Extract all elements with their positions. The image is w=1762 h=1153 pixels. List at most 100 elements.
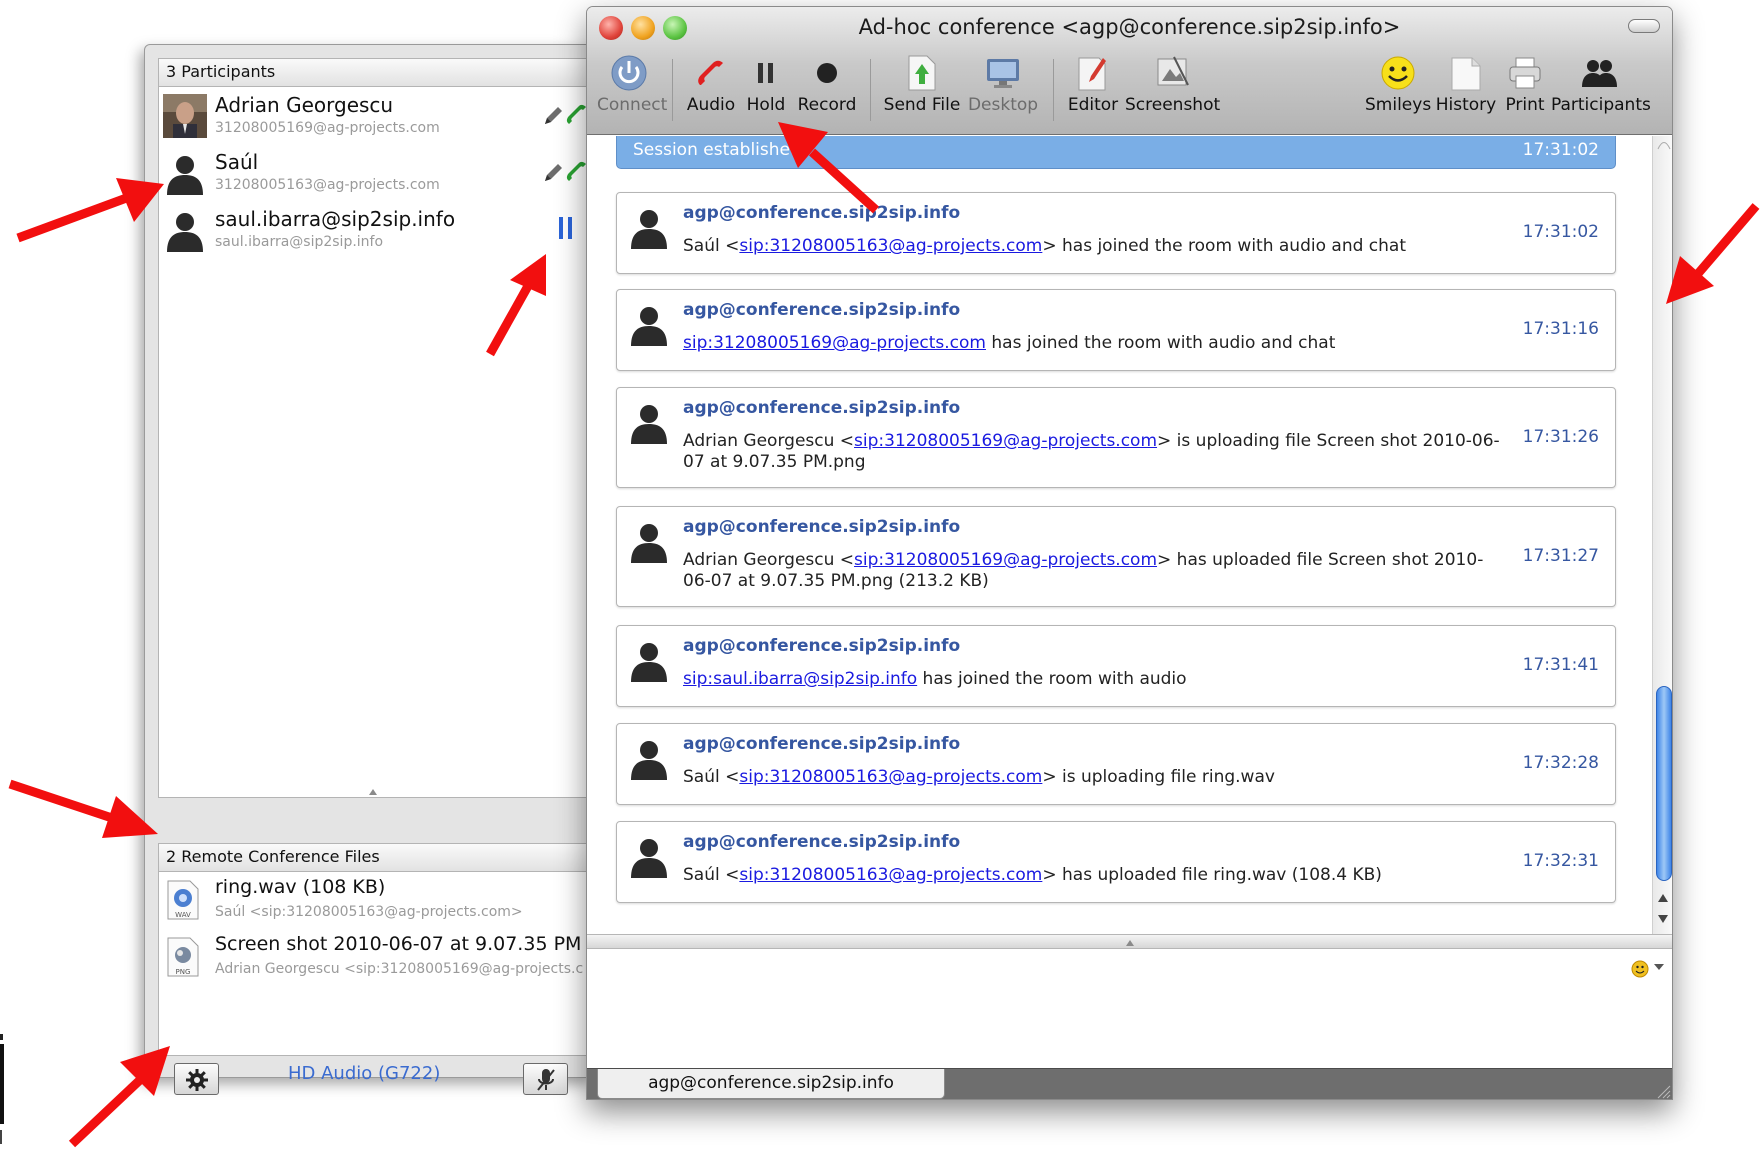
resize-grip-icon[interactable]	[1655, 1083, 1671, 1099]
participant-photo	[163, 94, 207, 138]
record-button[interactable]: Record	[795, 51, 859, 115]
message-text: > has uploaded file ring.wav (108.4 KB)	[1042, 865, 1382, 885]
default-avatar-icon	[631, 405, 667, 444]
sip-uri-link[interactable]: sip:31208005163@ag-projects.com	[739, 865, 1042, 885]
svg-text:WAV: WAV	[175, 911, 191, 919]
sip-uri-link[interactable]: sip:31208005163@ag-projects.com	[739, 767, 1042, 787]
chat-message: agp@conference.sip2sip.info Saúl <sip:312…	[616, 821, 1616, 903]
smiley-picker-button[interactable]	[1630, 958, 1666, 978]
scroll-down-arrow-icon[interactable]	[1657, 914, 1669, 924]
participant-name: saul.ibarra@sip2sip.info	[215, 207, 456, 231]
tab-conference[interactable]: agp@conference.sip2sip.info	[597, 1069, 945, 1099]
background-fragment	[0, 1034, 4, 1144]
annotation-arrow	[486, 254, 546, 357]
message-input[interactable]	[587, 949, 1672, 1068]
message-text-prefix: Saúl <	[683, 236, 740, 256]
message-body: Adrian Georgescu <sip:31208005169@ag-pro…	[683, 431, 1503, 473]
pause-icon	[758, 63, 773, 83]
message-time: 17:32:31	[1522, 851, 1599, 871]
message-time: 17:32:28	[1522, 753, 1599, 773]
power-icon	[611, 55, 647, 91]
screenshot-icon	[1157, 56, 1189, 86]
file-row[interactable]: WAV ring.wav (108 KB) Saúl <sip:31208005…	[159, 872, 587, 929]
chat-pencil-icon	[545, 164, 562, 181]
message-text-prefix: Saúl <	[683, 767, 740, 787]
file-uploader: Saúl <sip:31208005163@ag-projects.com>	[215, 904, 523, 920]
default-avatar-icon	[631, 741, 667, 780]
input-splitter[interactable]	[587, 934, 1672, 949]
chat-message: agp@conference.sip2sip.info sip:saul.ibar…	[616, 625, 1616, 707]
default-avatar-icon	[631, 643, 667, 682]
participant-name: Adrian Georgescu	[215, 93, 394, 117]
message-sender: agp@conference.sip2sip.info	[683, 832, 961, 852]
message-sender: agp@conference.sip2sip.info	[683, 636, 961, 656]
editor-button[interactable]: Editor	[1063, 51, 1123, 115]
message-body: sip:31208005169@ag-projects.com has join…	[683, 333, 1503, 354]
splitter-grip-icon[interactable]	[369, 789, 377, 795]
history-button[interactable]: History	[1433, 51, 1499, 115]
sip-uri-link[interactable]: sip:saul.ibarra@sip2sip.info	[683, 669, 917, 689]
annotation-arrow	[1666, 203, 1760, 304]
toolbar-toggle-button[interactable]	[1628, 19, 1660, 33]
message-text: has joined the room with audio	[917, 669, 1187, 689]
default-avatar-icon	[631, 307, 667, 346]
splitter-grip-icon[interactable]	[1126, 940, 1134, 946]
message-body: Saúl <sip:31208005163@ag-projects.com> h…	[683, 236, 1503, 257]
record-dot-icon	[817, 63, 837, 83]
microphone-mute-icon	[537, 1069, 555, 1091]
sip-uri-link[interactable]: sip:31208005163@ag-projects.com	[739, 236, 1042, 256]
chat-message: agp@conference.sip2sip.info Saúl <sip:312…	[616, 192, 1616, 274]
message-text-prefix: Adrian Georgescu <	[683, 431, 855, 451]
send-file-button[interactable]: Send File	[881, 51, 963, 115]
file-row[interactable]: PNG Screen shot 2010-06-07 at 9.07.35 PM…	[159, 929, 587, 986]
chat-transcript[interactable]: Session established 17:31:02 agp@confere…	[587, 136, 1652, 934]
print-button[interactable]: Print	[1501, 51, 1549, 115]
message-body: sip:saul.ibarra@sip2sip.info has joined …	[683, 669, 1503, 690]
annotation-arrow	[68, 1046, 170, 1148]
drawer-toolbar: HD Audio (G722)	[158, 1055, 588, 1103]
message-body: Adrian Georgescu <sip:31208005169@ag-pro…	[683, 550, 1503, 592]
participant-name: Saúl	[215, 150, 259, 174]
settings-button[interactable]	[174, 1063, 219, 1095]
scroll-up-arrow-icon[interactable]	[1657, 893, 1669, 903]
scrollbar-thumb[interactable]	[1656, 686, 1672, 881]
red-phone-icon	[698, 60, 723, 85]
window-title: Ad-hoc conference <agp@conference.sip2si…	[858, 15, 1401, 39]
conference-files-panel: 2 Remote Conference Files WAV ring.wav (…	[158, 843, 588, 1056]
participant-row[interactable]: Adrian Georgescu 31208005169@ag-projects…	[159, 87, 587, 144]
sip-uri-link[interactable]: sip:31208005169@ag-projects.com	[854, 550, 1157, 570]
smileys-button[interactable]: Smileys	[1365, 51, 1431, 115]
audio-codec-label: HD Audio (G722)	[288, 1063, 441, 1084]
editor-pencil-icon	[1078, 57, 1106, 91]
participant-uri: 31208005169@ag-projects.com	[215, 120, 440, 136]
file-name: Screen shot 2010-06-07 at 9.07.35 PM	[215, 933, 582, 955]
annotation-arrow	[16, 178, 164, 243]
participants-button[interactable]: Participants	[1551, 51, 1651, 115]
on-hold-icon	[559, 217, 573, 239]
chat-message: agp@conference.sip2sip.info sip:312080051…	[616, 289, 1616, 371]
message-sender: agp@conference.sip2sip.info	[683, 398, 961, 418]
session-status-bar: Session established 17:31:02	[616, 136, 1616, 169]
audio-button[interactable]: Audio	[683, 51, 739, 115]
chat-message: agp@conference.sip2sip.info Saúl <sip:312…	[616, 723, 1616, 805]
message-sender: agp@conference.sip2sip.info	[683, 300, 961, 320]
connect-button[interactable]: Connect	[597, 51, 667, 115]
default-avatar-icon	[631, 839, 667, 878]
default-avatar-icon	[631, 524, 667, 563]
audio-active-phone-icon	[566, 104, 586, 124]
screenshot-button[interactable]: Screenshot	[1125, 51, 1220, 115]
hold-button[interactable]: Hold	[741, 51, 791, 115]
printer-icon	[1509, 57, 1541, 89]
wav-file-icon: WAV	[167, 880, 199, 920]
mute-button[interactable]	[523, 1063, 568, 1095]
annotation-arrow	[8, 779, 158, 838]
file-uploader: Adrian Georgescu <sip:31208005169@ag-pro…	[215, 961, 584, 977]
sip-uri-link[interactable]: sip:31208005169@ag-projects.com	[854, 431, 1157, 451]
sip-uri-link[interactable]: sip:31208005169@ag-projects.com	[683, 333, 986, 353]
message-text: > has joined the room with audio and cha…	[1042, 236, 1406, 256]
participant-row[interactable]: Saúl 31208005163@ag-projects.com	[159, 144, 587, 201]
desktop-button[interactable]: Desktop	[965, 51, 1041, 115]
svg-text:PNG: PNG	[176, 968, 191, 976]
message-sender: agp@conference.sip2sip.info	[683, 734, 961, 754]
session-tab-bar: agp@conference.sip2sip.info	[587, 1068, 1672, 1099]
